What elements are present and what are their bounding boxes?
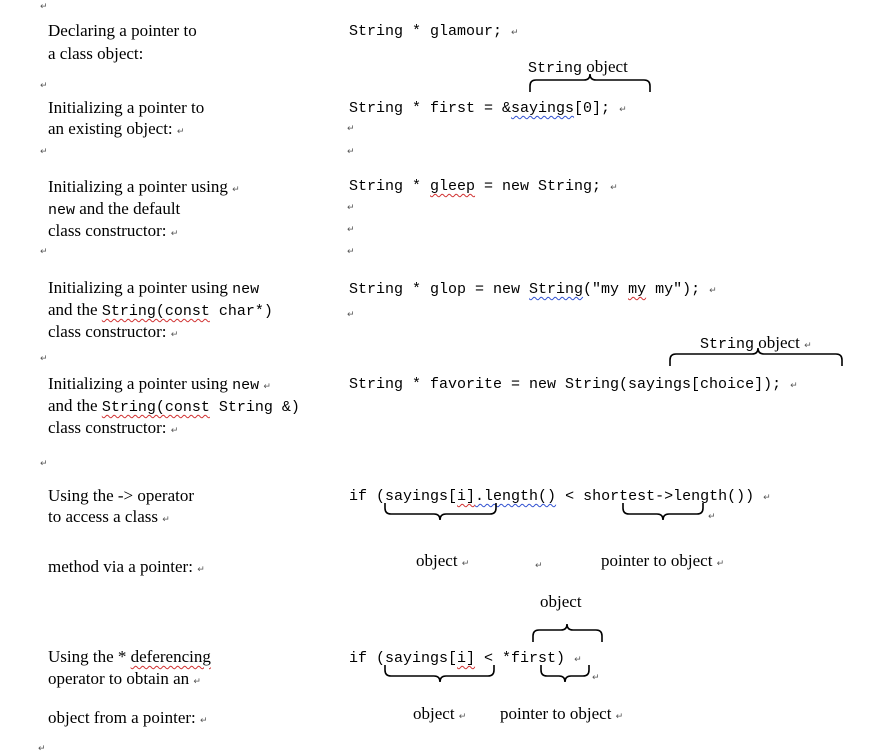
brace-pointer-deref — [540, 665, 590, 683]
brace-string-object-2 — [669, 347, 843, 366]
brace-pointer-arrow — [622, 503, 704, 521]
brace-object-arrow — [384, 503, 497, 521]
brace-annotations — [384, 73, 843, 683]
brace-object-deref — [384, 665, 495, 683]
brace-string-object-1 — [529, 73, 651, 92]
document-page: ↵ Declaring a pointer to a class object:… — [0, 0, 870, 756]
brace-object-deref-top — [532, 623, 603, 642]
